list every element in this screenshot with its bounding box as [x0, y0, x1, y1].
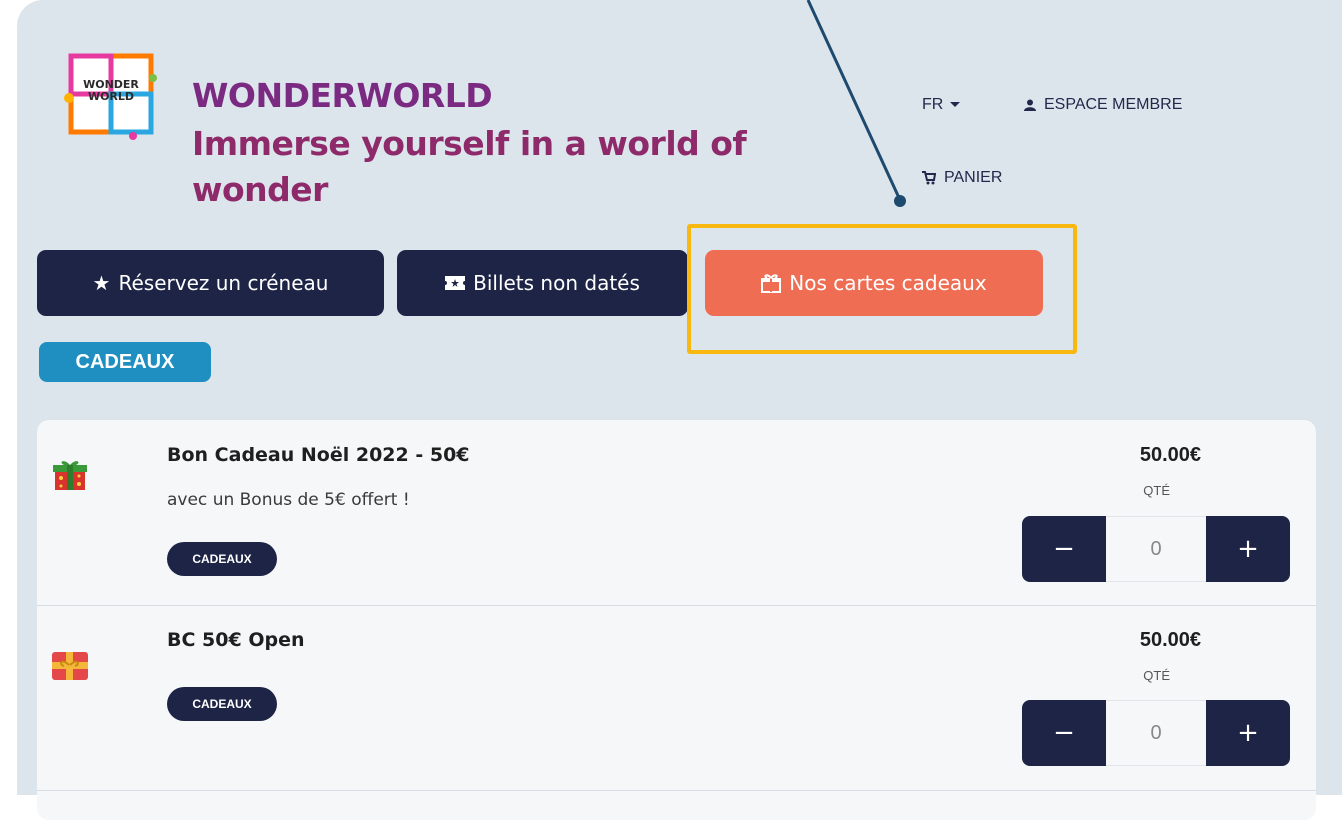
member-area-label: ESPACE MEMBRE	[1044, 96, 1183, 113]
cart-link[interactable]: PANIER	[922, 169, 1002, 187]
decrement-button[interactable]: −	[1022, 516, 1106, 582]
quantity-label: QTÉ	[1143, 483, 1170, 498]
product-category-tag: CADEAUX	[167, 542, 277, 576]
user-icon	[1024, 99, 1036, 111]
product-title: BC 50€ Open	[167, 629, 305, 651]
product-description: avec un Bonus de 5€ offert !	[167, 490, 410, 510]
caret-down-icon	[950, 102, 961, 107]
quantity-label: QTÉ	[1143, 668, 1170, 683]
cart-label: PANIER	[944, 169, 1003, 186]
increment-button[interactable]: +	[1206, 516, 1290, 582]
quantity-stepper: − 0 +	[1022, 516, 1290, 582]
undated-tickets-label: Billets non datés	[473, 271, 640, 295]
svg-text:WORLD: WORLD	[88, 90, 134, 103]
quantity-stepper: − 0 +	[1022, 700, 1290, 766]
gift-cards-label: Nos cartes cadeaux	[789, 271, 987, 295]
category-filter-pill[interactable]: CADEAUX	[39, 342, 211, 382]
star-icon: ★	[92, 271, 111, 295]
increment-button[interactable]: +	[1206, 700, 1290, 766]
product-row: BC 50€ Open CADEAUX 50.00€ QTÉ − 0 +	[37, 605, 1316, 791]
product-price: 50.00€	[1139, 629, 1201, 651]
product-list: Bon Cadeau Noël 2022 - 50€ avec un Bonus…	[37, 420, 1316, 820]
product-price: 50.00€	[1139, 444, 1201, 466]
language-selector[interactable]: FR	[922, 96, 961, 114]
brand-tagline: Immerse yourself in a world of wonder	[192, 124, 747, 209]
wonderworld-logo[interactable]: WONDER WORLD	[63, 48, 159, 140]
gift-box-icon	[53, 461, 87, 490]
product-title: Bon Cadeau Noël 2022 - 50€	[167, 444, 470, 466]
gift-cards-button[interactable]: Nos cartes cadeaux	[705, 250, 1043, 316]
product-row: Bon Cadeau Noël 2022 - 50€ avec un Bonus…	[37, 420, 1316, 606]
undated-tickets-button[interactable]: Billets non datés	[397, 250, 688, 316]
reserve-slot-label: Réservez un créneau	[118, 271, 329, 295]
quantity-input[interactable]: 0	[1106, 700, 1206, 766]
ticket-icon	[445, 276, 466, 290]
decrement-button[interactable]: −	[1022, 700, 1106, 766]
cart-icon	[922, 171, 936, 185]
language-label: FR	[922, 96, 944, 113]
quantity-input[interactable]: 0	[1106, 516, 1206, 582]
member-area-link[interactable]: ESPACE MEMBRE	[1024, 96, 1182, 114]
gift-icon	[761, 274, 782, 293]
brand-name: WONDERWORLD	[192, 76, 493, 115]
gift-card-icon	[52, 652, 88, 680]
reserve-slot-button[interactable]: ★ Réservez un créneau	[37, 250, 384, 316]
product-category-tag: CADEAUX	[167, 687, 277, 721]
